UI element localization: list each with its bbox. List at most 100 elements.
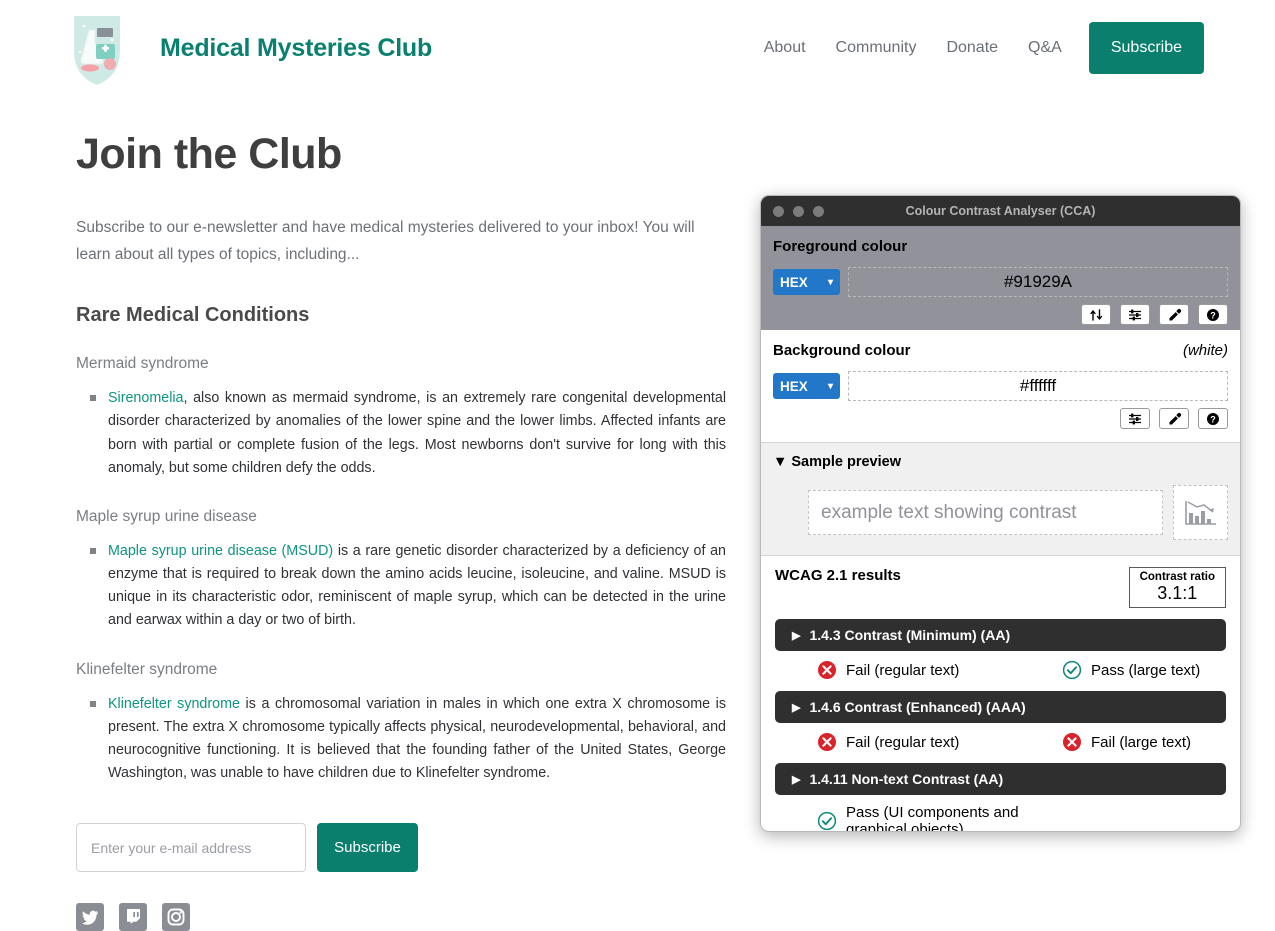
brand-title: Medical Mysteries Club [160,34,433,62]
twitter-icon [76,903,104,931]
main-nav: About Community Donate Q&A Subscribe [749,22,1204,74]
result-item: Pass (large text) [1062,660,1200,680]
sample-preview-label: Sample preview [791,454,901,470]
nav-item-qa[interactable]: Q&A [1013,22,1077,74]
background-eyedropper-button[interactable] [1159,408,1189,429]
triangle-right-icon: ▶ [792,701,801,714]
condition-link-sirenomelia[interactable]: Sirenomelia [108,390,184,406]
chart-preview-thumb[interactable] [1173,485,1228,540]
twitter-link[interactable] [76,903,104,931]
contrast-ratio-box: Contrast ratio 3.1:1 [1128,567,1226,609]
triangle-down-icon: ▼ [773,454,788,470]
criterion-146-label: 1.4.6 Contrast (Enhanced) (AAA) [809,699,1026,716]
chevron-down-icon: ▾ [827,380,833,392]
criterion-143-label: 1.4.3 Contrast (Minimum) (AA) [809,627,1011,644]
criterion-1411-results: Pass (UI components and graphical object… [775,804,1226,832]
contrast-ratio-label: Contrast ratio [1139,571,1215,583]
wcag-results-title: WCAG 2.1 results [775,567,901,584]
background-format-select[interactable]: HEX ▾ [773,373,840,399]
background-adjust-button[interactable] [1120,408,1150,429]
background-panel: Background colour (white) HEX ▾ #ffffff [761,330,1240,443]
twitch-link[interactable] [119,903,147,931]
swap-colours-button[interactable] [1081,304,1111,325]
list-item: Sirenomelia, also known as mermaid syndr… [90,387,726,480]
twitch-icon [119,903,147,931]
result-text: Fail (large text) [1091,733,1192,751]
result-text: Pass (UI components and graphical object… [846,804,1019,832]
foreground-format-value: HEX [780,274,808,290]
contrast-ratio-value: 3.1:1 [1157,583,1198,604]
page-title: Join the Club [76,130,342,178]
result-item: Fail (regular text) [817,660,1062,680]
eyedropper-icon [1169,412,1181,424]
instagram-icon [162,903,190,931]
eyedropper-icon [1169,308,1181,320]
nav-item-community[interactable]: Community [821,22,932,74]
cca-window-title: Colour Contrast Analyser (CCA) [905,204,1096,218]
fail-icon [1062,732,1082,752]
nav-subscribe-button[interactable]: Subscribe [1088,22,1204,74]
adjust-sliders-icon [1129,413,1141,424]
sample-text: example text showing contrast [808,490,1163,535]
foreground-colour-input[interactable]: #91929A [848,267,1228,297]
cca-window: Colour Contrast Analyser (CCA) Foregroun… [760,195,1241,832]
foreground-format-select[interactable]: HEX ▾ [773,269,840,295]
result-text: Fail (regular text) [846,661,960,679]
result-item: Fail (large text) [1062,732,1191,752]
main-content: Join the Club Subscribe to our e-newslet… [76,130,726,931]
adjust-sliders-icon [1129,309,1141,320]
nav-item-about[interactable]: About [749,22,821,74]
background-format-value: HEX [780,378,808,394]
svg-text:?: ? [1210,310,1216,320]
background-colour-input[interactable]: #ffffff [848,371,1228,401]
sample-preview-disclosure[interactable]: ▼ Sample preview [773,454,1228,470]
condition-title-mermaid: Mermaid syndrome [76,355,209,373]
intro-paragraph: Subscribe to our e-newsletter and have m… [76,219,695,263]
wcag-results-panel: WCAG 2.1 results Contrast ratio 3.1:1 ▶ … [761,556,1240,832]
condition-list-klinefelter: Klinefelter syndrome is a chromosomal va… [76,693,726,786]
result-text: Pass (large text) [1091,661,1201,679]
social-links [76,903,726,931]
subscribe-form: Subscribe [76,823,726,873]
condition-body: , also known as mermaid syndrome, is an … [108,390,726,476]
svg-text:?: ? [1210,414,1216,424]
result-item: Fail (regular text) [817,732,1062,752]
foreground-panel: Foreground colour HEX ▾ #91929A ? [761,226,1240,330]
pass-icon [817,811,837,831]
medical-shield-logo [62,4,132,94]
condition-list-mermaid: Sirenomelia, also known as mermaid syndr… [76,387,726,480]
condition-link-klinefelter[interactable]: Klinefelter syndrome [108,696,240,712]
instagram-link[interactable] [162,903,190,931]
help-icon: ? [1207,308,1219,321]
fail-icon [817,660,837,680]
foreground-adjust-button[interactable] [1120,304,1150,325]
brand[interactable]: Medical Mysteries Club [62,4,432,94]
site-header: Medical Mysteries Club About Community D… [0,0,1275,97]
criterion-1411-header[interactable]: ▶ 1.4.11 Non-text Contrast (AA) [775,763,1226,796]
triangle-right-icon: ▶ [792,773,801,786]
condition-link-msud[interactable]: Maple syrup urine disease (MSUD) [108,543,333,559]
background-label: Background colour [773,342,911,359]
criterion-143-header[interactable]: ▶ 1.4.3 Contrast (Minimum) (AA) [775,619,1226,652]
criterion-143-results: Fail (regular text) Pass (large text) [775,660,1226,680]
cca-titlebar[interactable]: Colour Contrast Analyser (CCA) [761,196,1240,226]
section-title: Rare Medical Conditions [76,304,310,327]
criterion-146-header[interactable]: ▶ 1.4.6 Contrast (Enhanced) (AAA) [775,691,1226,724]
sample-preview-panel: ▼ Sample preview example text showing co… [761,443,1240,556]
foreground-eyedropper-button[interactable] [1159,304,1189,325]
condition-title-msud: Maple syrup urine disease [76,507,257,525]
criterion-1411-label: 1.4.11 Non-text Contrast (AA) [809,771,1004,788]
foreground-label: Foreground colour [773,238,908,255]
triangle-right-icon: ▶ [792,629,801,642]
nav-item-donate[interactable]: Donate [931,22,1013,74]
subscribe-button[interactable]: Subscribe [317,823,418,873]
fail-icon [817,732,837,752]
condition-list-msud: Maple syrup urine disease (MSUD) is a ra… [76,540,726,633]
list-item: Klinefelter syndrome is a chromosomal va… [90,693,726,786]
foreground-help-button[interactable]: ? [1198,304,1228,325]
help-icon: ? [1207,412,1219,425]
list-item: Maple syrup urine disease (MSUD) is a ra… [90,540,726,633]
criterion-146-results: Fail (regular text) Fail (large text) [775,732,1226,752]
email-input[interactable] [76,823,306,873]
background-help-button[interactable]: ? [1198,408,1228,429]
